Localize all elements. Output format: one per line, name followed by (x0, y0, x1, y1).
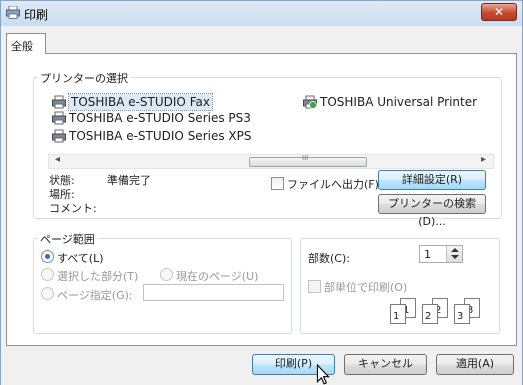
tab-general-label: 全般 (11, 40, 33, 53)
printer-icon (6, 6, 20, 19)
apply-button[interactable]: 適用(A) (436, 354, 514, 375)
window-title: 印刷 (24, 8, 49, 22)
collate-label[interactable]: 部単位で印刷(O) (324, 279, 407, 295)
copies-stepper[interactable]: 1 (419, 245, 463, 263)
find-printer-button[interactable]: プリンターの検索(D)... (378, 194, 486, 228)
spin-up-icon[interactable] (451, 248, 459, 252)
page-range-current-radio[interactable] (160, 268, 173, 281)
cancel-button[interactable]: キャンセル (344, 354, 427, 375)
page-range-all-radio[interactable] (41, 250, 54, 263)
collate-illustration: 1 1 2 2 3 3 (390, 296, 488, 326)
tab-general[interactable]: 全般 (6, 33, 46, 54)
collate-checkbox[interactable] (308, 280, 321, 293)
collate-page: 3 (454, 304, 470, 324)
scroll-thumb-grip: III (302, 154, 309, 162)
copies-value[interactable]: 1 (424, 248, 431, 261)
spin-down-icon[interactable] (451, 255, 459, 259)
close-button[interactable]: ✕ (481, 3, 517, 21)
preferences-button[interactable]: 詳細設定(R) (378, 170, 486, 190)
printer-list[interactable]: TOSHIBA e-STUDIO Fax TOSHIBA Universal P… (48, 92, 494, 154)
copies-label: 部数(C): (308, 252, 350, 265)
page-range-current-label[interactable]: 現在のページ(U) (176, 268, 258, 284)
printer-name: TOSHIBA e-STUDIO Series PS3 (69, 111, 251, 125)
page-range-legend: ページ範囲 (38, 231, 97, 247)
collate-page: 2 (422, 304, 438, 324)
page-range-pages-label[interactable]: ページ指定(G): (57, 287, 133, 303)
print-to-file-checkbox[interactable] (271, 177, 284, 190)
printer-name: TOSHIBA e-STUDIO Series XPS (69, 129, 252, 143)
status-value: 準備完了 (107, 174, 151, 187)
printer-icon (52, 95, 66, 109)
scroll-left-icon[interactable]: ◂ (55, 154, 60, 165)
printer-icon (52, 111, 66, 125)
scroll-thumb[interactable]: III (249, 154, 367, 167)
page-range-selection-radio[interactable] (41, 268, 54, 281)
printer-name: TOSHIBA e-STUDIO Fax (68, 93, 213, 111)
mouse-cursor-icon (316, 364, 330, 385)
printer-default-icon (303, 95, 317, 109)
page-range-input[interactable] (143, 284, 284, 301)
copies-spin-buttons[interactable] (446, 246, 462, 262)
title-bar (0, 0, 523, 26)
printer-list-scrollbar[interactable]: ◂ III ▸ (48, 154, 494, 169)
scroll-right-icon[interactable]: ▸ (481, 154, 486, 165)
comment-label: コメント: (49, 202, 97, 215)
printer-select-legend: プリンターの選択 (38, 70, 130, 86)
printer-name: TOSHIBA Universal Printer (320, 95, 478, 109)
page-range-selection-label[interactable]: 選択した部分(T) (57, 268, 138, 284)
collate-page: 1 (390, 304, 406, 324)
printer-icon (52, 129, 66, 143)
page-range-pages-radio[interactable] (41, 287, 54, 300)
print-to-file-label[interactable]: ファイルへ出力(F) (287, 176, 379, 192)
page-range-all-label[interactable]: すべて(L) (57, 250, 104, 266)
